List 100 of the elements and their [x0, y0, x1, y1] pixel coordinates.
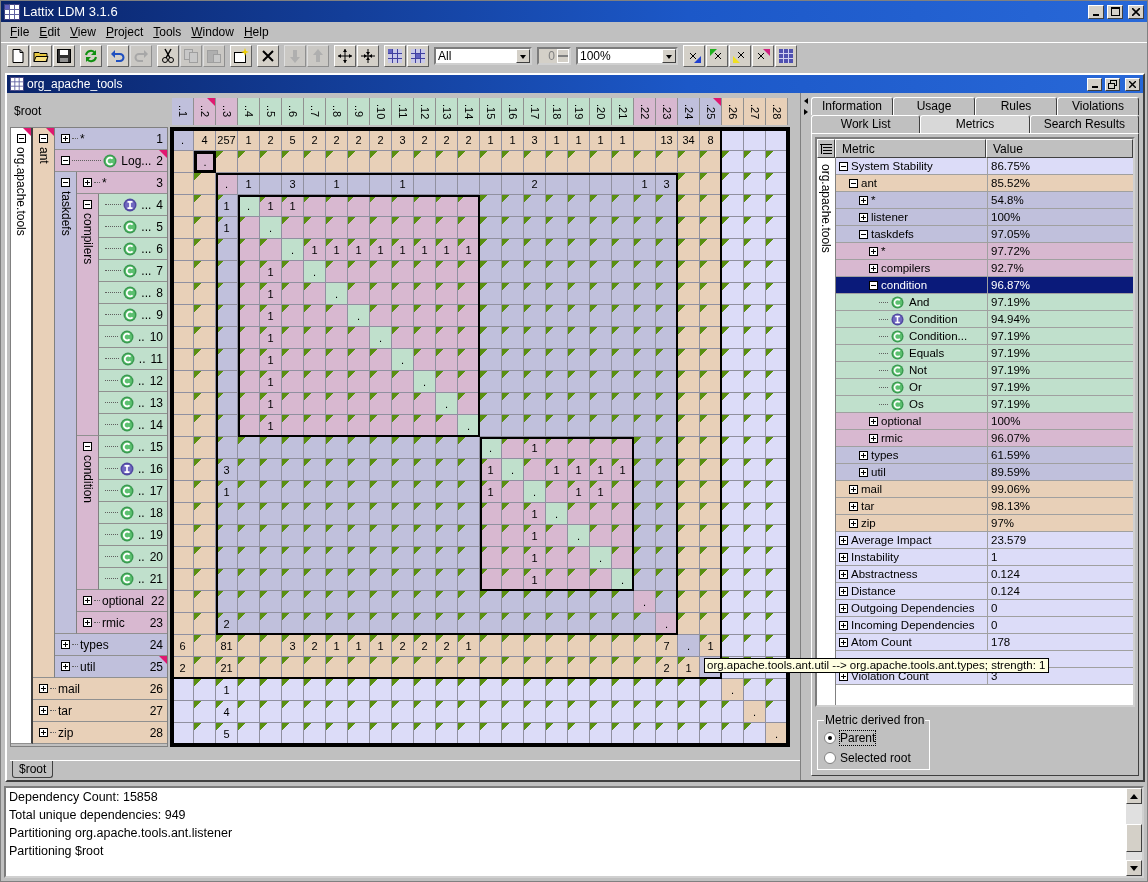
row-number: 11 — [150, 351, 163, 366]
column-label: .24 — [683, 103, 694, 120]
package-label: rmic — [102, 615, 125, 630]
row-number: 21 — [149, 571, 163, 586]
metric-name: compilers — [881, 262, 931, 274]
row-number: 12 — [149, 373, 163, 388]
metric-value: 0 — [987, 617, 1133, 633]
package-label: * — [102, 175, 107, 190]
column-label: .23 — [661, 103, 672, 120]
row-number: 28 — [149, 725, 163, 740]
class-label: ... — [141, 285, 152, 300]
metric-name: Condition... — [909, 330, 968, 342]
column-label: .15 — [485, 103, 496, 120]
metric-value: 89.59% — [987, 464, 1133, 480]
column-label: .21 — [617, 103, 628, 120]
metric-name: listener — [871, 211, 909, 223]
metric-name: taskdefs — [871, 228, 914, 240]
log-line: Total unique dependencies: 949 — [9, 808, 187, 824]
metric-value: 100% — [987, 413, 1133, 429]
metric-name: mail — [861, 483, 883, 495]
row-number: 8 — [156, 285, 163, 300]
class-label: .. — [137, 461, 145, 476]
package-label: * — [80, 131, 85, 146]
radio-label: Selected root — [840, 751, 911, 765]
metric-name: Average Impact — [851, 534, 932, 546]
metric-value: 97.19% — [987, 396, 1133, 412]
column-label: ..2 — [199, 105, 210, 118]
metric-name: optional — [881, 415, 922, 427]
group-title: Metric derived fron — [824, 713, 926, 727]
row-number: 26 — [149, 681, 163, 696]
metric-name: System Stability — [851, 160, 933, 172]
column-label: ..5 — [265, 105, 276, 118]
metric-value: 0.124 — [987, 566, 1133, 582]
package-label: zip — [58, 725, 74, 740]
metric-name: Equals — [909, 347, 945, 359]
row-number: 6 — [156, 241, 163, 256]
package-label: optional — [102, 593, 145, 608]
metric-name: And — [909, 296, 930, 308]
column-label: .12 — [419, 103, 430, 120]
column-label: .16 — [507, 103, 518, 120]
metric-name: tar — [861, 500, 875, 512]
metric-name: condition — [881, 279, 928, 291]
metric-name: types — [871, 449, 899, 461]
class-label: .. — [137, 571, 145, 586]
row-number: 23 — [149, 615, 163, 630]
radio-label: Parent — [840, 731, 876, 745]
row-number: 9 — [156, 307, 163, 322]
column-label: ..7 — [309, 105, 320, 118]
class-label: .. — [137, 527, 145, 542]
class-label: .. — [137, 439, 145, 454]
metric-value: 97.19% — [987, 379, 1133, 395]
column-label: .18 — [551, 103, 562, 120]
metric-value: 98.13% — [987, 498, 1133, 514]
metric-value: 94.94% — [987, 311, 1133, 327]
class-label: ... — [141, 241, 152, 256]
package-label: types — [80, 637, 109, 652]
row-number: 19 — [149, 527, 163, 542]
class-label: .. — [137, 373, 145, 388]
metric-name: Distance — [851, 585, 896, 597]
row-number: 22 — [151, 593, 165, 608]
column-label: ..1 — [177, 105, 188, 118]
metric-name: Os — [909, 398, 924, 410]
metric-name: Incoming Dependencies — [851, 619, 975, 631]
row-number: 25 — [149, 659, 163, 674]
column-label: .20 — [595, 103, 606, 120]
log-line: Partitioning $root — [9, 844, 105, 860]
row-number: 24 — [149, 637, 163, 652]
metric-name: rmic — [881, 432, 903, 444]
column-label: .13 — [441, 103, 452, 120]
metric-value: 0.124 — [987, 583, 1133, 599]
window-title: Lattix LDM 3.1.6 — [23, 4, 118, 19]
metric-value: 86.75% — [987, 158, 1133, 174]
metric-value: 97.05% — [987, 226, 1133, 242]
log-line: Dependency Count: 15858 — [9, 790, 159, 806]
root-label: $root — [13, 104, 43, 118]
class-label: .. — [138, 351, 146, 366]
log-line: Partitioning org.apache.tools.ant.listener — [9, 826, 234, 842]
column-label: .22 — [639, 103, 650, 120]
metric-value: 178 — [987, 634, 1133, 650]
column-label: ..3 — [221, 105, 232, 118]
metric-value: 0 — [987, 600, 1133, 616]
column-label: .11 — [397, 104, 408, 119]
metric-name: Abstractness — [851, 568, 918, 580]
class-label: ... — [141, 219, 152, 234]
column-label: .26 — [727, 103, 738, 120]
column-label: .19 — [573, 103, 584, 120]
metric-name: Outgoing Dependencies — [851, 602, 975, 614]
metric-name: Condition — [909, 313, 958, 325]
row-number: 3 — [156, 175, 163, 190]
metric-name: * — [871, 194, 876, 206]
row-number: 17 — [149, 483, 163, 498]
metric-name: Atom Count — [851, 636, 912, 648]
metric-value: 97.72% — [987, 243, 1133, 259]
row-number: 16 — [149, 461, 163, 476]
metric-value: 100% — [987, 209, 1133, 225]
column-label: .28 — [771, 103, 782, 120]
class-label: Log... — [121, 153, 152, 168]
metric-value: 54.8% — [987, 192, 1133, 208]
class-label: ... — [141, 197, 152, 212]
metric-value: 99.06% — [987, 481, 1133, 497]
